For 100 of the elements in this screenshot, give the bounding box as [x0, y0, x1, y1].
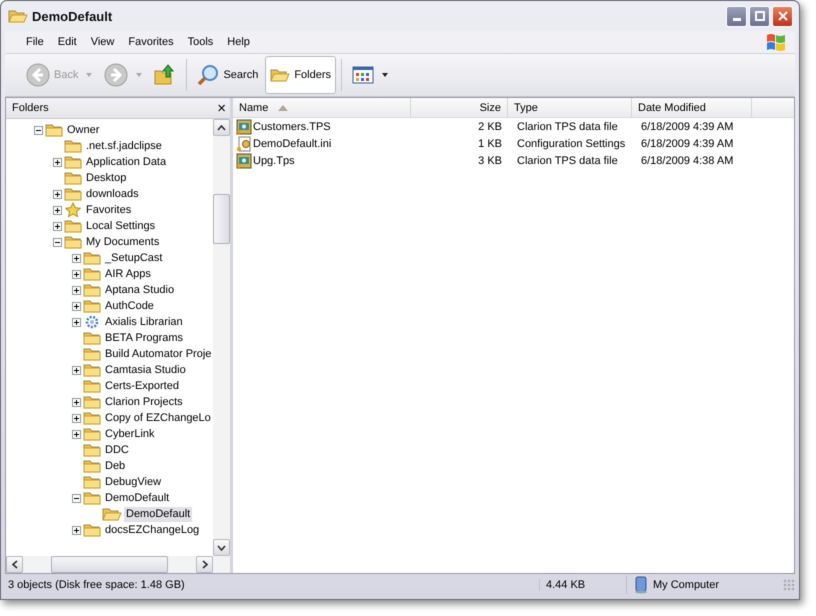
expand-icon[interactable]: [72, 302, 81, 310]
expand-icon[interactable]: [53, 222, 62, 230]
tree-item[interactable]: Camtasia Studio: [103, 362, 188, 378]
folder-icon: [83, 474, 101, 490]
menu-item[interactable]: File: [19, 36, 51, 48]
tree-item[interactable]: Favorites: [84, 202, 134, 218]
search-button[interactable]: Search: [192, 56, 264, 94]
folder-icon: [83, 330, 101, 346]
expand-icon[interactable]: [53, 206, 62, 214]
status-text: 4.44 KB: [539, 579, 626, 591]
tree-item[interactable]: Clarion Projects: [103, 394, 185, 410]
expand-icon[interactable]: [53, 190, 62, 198]
windows-logo-icon: [765, 32, 787, 52]
tree-item[interactable]: Aptana Studio: [103, 282, 176, 298]
tree-item[interactable]: _SetupCast: [103, 250, 164, 266]
file-name[interactable]: Upg.Tps: [253, 154, 295, 166]
horizontal-scrollbar[interactable]: [6, 556, 230, 573]
expand-icon[interactable]: [72, 318, 81, 326]
caret-icon: [136, 73, 142, 77]
column-header[interactable]: Size: [411, 98, 508, 117]
menu-item[interactable]: Favorites: [121, 36, 181, 48]
folder-icon: [64, 154, 82, 170]
expand-icon[interactable]: [72, 398, 81, 406]
tree-item[interactable]: .net.sf.jadclipse: [84, 138, 164, 154]
caret-icon: [86, 73, 92, 77]
tree-item[interactable]: My Documents: [84, 234, 162, 250]
folder-icon: [83, 490, 101, 506]
vertical-scrollbar[interactable]: [213, 119, 230, 556]
computer-icon: [633, 576, 649, 594]
expand-icon[interactable]: [72, 430, 81, 438]
table-cell-text: 1 KB: [477, 138, 503, 150]
folder-icon: [270, 67, 290, 83]
expand-icon[interactable]: [72, 366, 81, 374]
minimize-button[interactable]: [726, 6, 747, 26]
file-name[interactable]: Customers.TPS: [253, 120, 331, 132]
folder-icon: [83, 442, 101, 458]
data-file-icon: [236, 152, 252, 168]
close-button[interactable]: ×: [217, 100, 226, 116]
folder-icon: [83, 362, 101, 378]
folder-icon: [83, 522, 101, 538]
tree-item[interactable]: Local Settings: [84, 218, 158, 234]
table-cell-text: Clarion TPS data file: [516, 120, 619, 132]
maximize-button[interactable]: [749, 6, 770, 26]
folder-icon: [83, 378, 101, 394]
collapse-icon[interactable]: [34, 126, 43, 134]
expand-icon[interactable]: [72, 414, 81, 422]
tree-item[interactable]: AuthCode: [103, 298, 156, 314]
expand-icon[interactable]: [72, 270, 81, 278]
tree-item[interactable]: downloads: [84, 186, 141, 202]
folder-icon: [83, 346, 101, 362]
expand-icon[interactable]: [72, 286, 81, 294]
tree-item[interactable]: DDC: [103, 442, 131, 458]
expand-icon[interactable]: [72, 526, 81, 534]
menu-item[interactable]: Edit: [50, 36, 84, 48]
folders-button[interactable]: Folders: [265, 56, 336, 94]
table-cell-text: 6/18/2009 4:39 AM: [640, 138, 734, 150]
tree-item[interactable]: DemoDefault: [103, 490, 172, 506]
tree-item[interactable]: Certs-Exported: [103, 378, 181, 394]
views-grid-icon: [352, 66, 374, 84]
folder-icon: [83, 250, 101, 266]
column-header[interactable]: Name: [233, 98, 411, 117]
folder-icon: [64, 138, 82, 154]
expand-icon[interactable]: [72, 254, 81, 262]
folder-icon: [83, 426, 101, 442]
menu-item[interactable]: Tools: [180, 36, 220, 48]
tree-item[interactable]: DebugView: [103, 474, 164, 490]
status-text: 3 objects (Disk free space: 1.48 GB): [7, 579, 186, 591]
column-header[interactable]: Type: [508, 98, 632, 117]
scroll-thumb[interactable]: [213, 194, 230, 244]
tree-item[interactable]: AIR Apps: [103, 266, 153, 282]
expand-icon[interactable]: [53, 158, 62, 166]
folder-icon: [64, 170, 82, 186]
menu-item[interactable]: View: [84, 36, 122, 48]
tree-item[interactable]: Build Automator Proje: [103, 346, 213, 362]
scroll-up-icon: [217, 124, 226, 130]
tree-item[interactable]: Application Data: [84, 154, 168, 170]
tree-item[interactable]: Deb: [103, 458, 128, 474]
tree-item[interactable]: DemoDefault: [124, 506, 192, 522]
pane-title: Folders: [12, 102, 49, 114]
tree-item[interactable]: Axialis Librarian: [103, 314, 185, 330]
collapse-icon[interactable]: [72, 494, 81, 502]
tree-item[interactable]: Desktop: [84, 170, 128, 186]
resize-grip[interactable]: [783, 579, 795, 591]
tree-item[interactable]: Copy of EZChangeLo: [103, 410, 213, 426]
scroll-thumb[interactable]: [51, 556, 168, 573]
menu-item[interactable]: Help: [220, 36, 257, 48]
file-name[interactable]: DemoDefault.ini: [253, 138, 332, 150]
column-header[interactable]: Date Modified: [632, 98, 752, 117]
table-cell-text: 2 KB: [477, 120, 503, 132]
close-button[interactable]: [772, 6, 793, 26]
tree-item[interactable]: docsEZChangeLog: [103, 522, 202, 538]
folder-icon: [83, 298, 101, 314]
tree-item[interactable]: CyberLink: [103, 426, 157, 442]
minimize-icon: [732, 18, 740, 20]
tree-item[interactable]: Owner: [65, 122, 102, 138]
folder-icon: [83, 394, 101, 410]
maximize-icon: [754, 11, 764, 21]
data-file-icon: [236, 118, 252, 134]
tree-item[interactable]: BETA Programs: [103, 330, 186, 346]
collapse-icon[interactable]: [53, 238, 62, 246]
